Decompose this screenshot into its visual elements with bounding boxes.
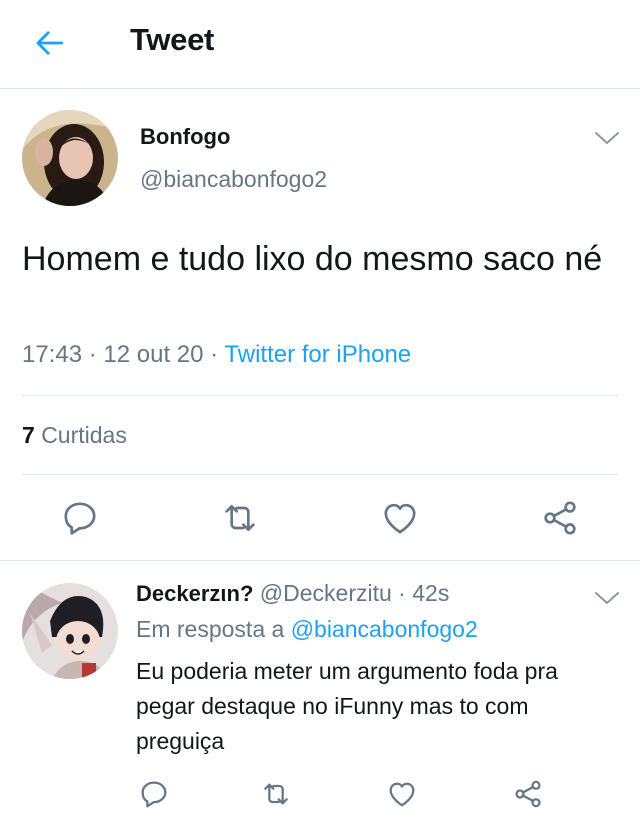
retweet-icon[interactable] (260, 778, 292, 810)
meta-separator: · (210, 341, 225, 368)
avatar[interactable] (22, 583, 118, 679)
divider (0, 560, 640, 561)
reply-icon[interactable] (138, 778, 170, 810)
tweet-meta: 17:43 · 12 out 20 · Twitter for iPhone (22, 341, 411, 369)
replying-prefix: Em resposta a (136, 616, 285, 642)
reply-icon[interactable] (60, 498, 100, 538)
chevron-down-icon[interactable] (594, 590, 620, 606)
top-bar: Tweet (0, 0, 640, 89)
author-name[interactable]: Bonfogo (140, 124, 230, 150)
tweet-time: 17:43 (22, 341, 83, 368)
tweet-text: Homem e tudo lixo do mesmo saco né (22, 240, 603, 278)
author-handle[interactable]: @biancabonfogo2 (140, 166, 327, 193)
retweet-icon[interactable] (220, 498, 260, 538)
reply-author-handle[interactable]: @Deckerzitu (260, 580, 392, 606)
reply-header: Deckerzιn? @Deckerzitu · 42s (136, 580, 449, 607)
page-title: Tweet (130, 22, 215, 57)
tweet-source-link[interactable]: Twitter for iPhone (224, 341, 411, 368)
likes-summary[interactable]: 7 Curtidas (22, 422, 127, 449)
replying-to-link[interactable]: @biancabonfogo2 (291, 616, 478, 642)
replying-to: Em resposta a @biancabonfogo2 (136, 616, 478, 643)
reply-age: 42s (412, 580, 450, 606)
meta-separator: · (88, 341, 104, 368)
tweet-date: 12 out 20 (103, 341, 204, 368)
chevron-down-icon[interactable] (594, 130, 620, 146)
reply-author-name[interactable]: Deckerzιn? (136, 581, 253, 606)
like-icon[interactable] (380, 498, 420, 538)
avatar[interactable] (22, 110, 118, 206)
likes-label: Curtidas (41, 422, 127, 448)
meta-separator: · (398, 580, 413, 606)
divider (22, 474, 618, 475)
share-icon[interactable] (540, 498, 580, 538)
back-arrow-icon[interactable] (30, 24, 68, 62)
like-icon[interactable] (386, 778, 418, 810)
share-icon[interactable] (512, 778, 544, 810)
likes-count: 7 (22, 422, 35, 448)
divider (22, 395, 618, 396)
reply-text: Eu poderia meter um argumento foda pra p… (136, 658, 558, 754)
